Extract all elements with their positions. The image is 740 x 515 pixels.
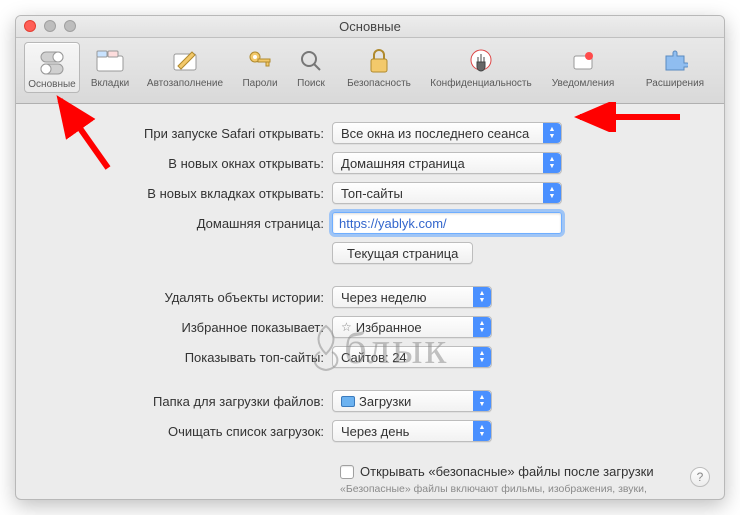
chevron-updown-icon: ▲▼ xyxy=(543,183,561,203)
safe-files-label: Открывать «безопасные» файлы после загру… xyxy=(360,464,654,479)
close-icon[interactable] xyxy=(24,20,36,32)
tab-label: Безопасность xyxy=(347,78,411,89)
tab-passwords[interactable]: Пароли xyxy=(232,42,288,91)
tab-notifications[interactable]: Уведомления xyxy=(538,42,628,91)
clear-downloads-value: Через день xyxy=(341,424,409,439)
new-windows-label: В новых окнах открывать: xyxy=(36,156,332,171)
chevron-updown-icon: ▲▼ xyxy=(473,347,491,367)
startup-label: При запуске Safari открывать: xyxy=(36,126,332,141)
puzzle-icon xyxy=(660,46,690,76)
startup-select[interactable]: Все окна из последнего сеанса ▲▼ xyxy=(332,122,562,144)
toolbar: Основные Вкладки Автозаполнение Пароли П… xyxy=(16,38,724,104)
tab-label: Пароли xyxy=(242,78,277,89)
new-tabs-select[interactable]: Топ-сайты ▲▼ xyxy=(332,182,562,204)
clear-downloads-select[interactable]: Через день ▲▼ xyxy=(332,420,492,442)
download-folder-value: Загрузки xyxy=(359,394,411,409)
favorites-label: Избранное показывает: xyxy=(36,320,332,335)
history-remove-value: Через неделю xyxy=(341,290,426,305)
new-windows-select[interactable]: Домашняя страница ▲▼ xyxy=(332,152,562,174)
tab-label: Вкладки xyxy=(91,78,129,89)
history-remove-select[interactable]: Через неделю ▲▼ xyxy=(332,286,492,308)
startup-value: Все окна из последнего сеанса xyxy=(341,126,529,141)
new-tabs-value: Топ-сайты xyxy=(341,186,403,201)
search-icon xyxy=(296,46,326,76)
tab-general[interactable]: Основные xyxy=(24,42,80,93)
homepage-input[interactable] xyxy=(332,212,562,234)
hand-icon xyxy=(466,46,496,76)
tab-label: Уведомления xyxy=(552,78,615,89)
download-folder-select[interactable]: Загрузки ▲▼ xyxy=(332,390,492,412)
content-area: При запуске Safari открывать: Все окна и… xyxy=(16,104,724,499)
pencil-icon xyxy=(170,46,200,76)
bell-icon xyxy=(568,46,598,76)
tab-label: Автозаполнение xyxy=(147,78,223,89)
star-icon: ☆ xyxy=(341,320,352,334)
topsites-label: Показывать топ-сайты: xyxy=(36,350,332,365)
help-button[interactable]: ? xyxy=(690,467,710,487)
zoom-icon[interactable] xyxy=(64,20,76,32)
homepage-label: Домашняя страница: xyxy=(36,216,332,231)
chevron-updown-icon: ▲▼ xyxy=(543,153,561,173)
tab-extensions[interactable]: Расширения xyxy=(630,42,720,91)
tabs-icon xyxy=(95,46,125,76)
safe-files-note: «Безопасные» файлы включают фильмы, изоб… xyxy=(340,482,680,499)
topsites-select[interactable]: Сайтов: 24 ▲▼ xyxy=(332,346,492,368)
key-icon xyxy=(245,46,275,76)
history-remove-label: Удалять объекты истории: xyxy=(36,290,332,305)
chevron-updown-icon: ▲▼ xyxy=(543,123,561,143)
tab-search[interactable]: Поиск xyxy=(290,42,332,91)
new-tabs-label: В новых вкладках открывать: xyxy=(36,186,332,201)
tab-label: Основные xyxy=(28,79,75,90)
chevron-updown-icon: ▲▼ xyxy=(473,317,491,337)
tab-label: Расширения xyxy=(646,78,704,89)
lock-icon xyxy=(364,46,394,76)
download-folder-label: Папка для загрузки файлов: xyxy=(36,394,332,409)
tab-autofill[interactable]: Автозаполнение xyxy=(140,42,230,91)
chevron-updown-icon: ▲▼ xyxy=(473,287,491,307)
chevron-updown-icon: ▲▼ xyxy=(473,421,491,441)
window-title: Основные xyxy=(339,19,401,34)
minimize-icon[interactable] xyxy=(44,20,56,32)
switch-icon xyxy=(37,47,67,77)
folder-icon xyxy=(341,396,355,407)
tab-tabs[interactable]: Вкладки xyxy=(82,42,138,91)
chevron-updown-icon: ▲▼ xyxy=(473,391,491,411)
safe-files-checkbox[interactable] xyxy=(340,465,354,479)
favorites-value: Избранное xyxy=(356,320,422,335)
favorites-select[interactable]: ☆ Избранное ▲▼ xyxy=(332,316,492,338)
tab-label: Конфиденциальность xyxy=(430,78,531,89)
preferences-window: Основные Основные Вкладки Автозаполнение… xyxy=(15,15,725,500)
titlebar: Основные xyxy=(16,16,724,38)
set-current-page-button[interactable]: Текущая страница xyxy=(332,242,473,264)
traffic-lights xyxy=(24,20,76,32)
tab-advanced[interactable]: Дополнения xyxy=(722,42,725,91)
tab-privacy[interactable]: Конфиденциальность xyxy=(426,42,536,91)
tab-label: Поиск xyxy=(297,78,325,89)
new-windows-value: Домашняя страница xyxy=(341,156,465,171)
clear-downloads-label: Очищать список загрузок: xyxy=(36,424,332,439)
tab-security[interactable]: Безопасность xyxy=(334,42,424,91)
topsites-value: Сайтов: 24 xyxy=(341,350,407,365)
